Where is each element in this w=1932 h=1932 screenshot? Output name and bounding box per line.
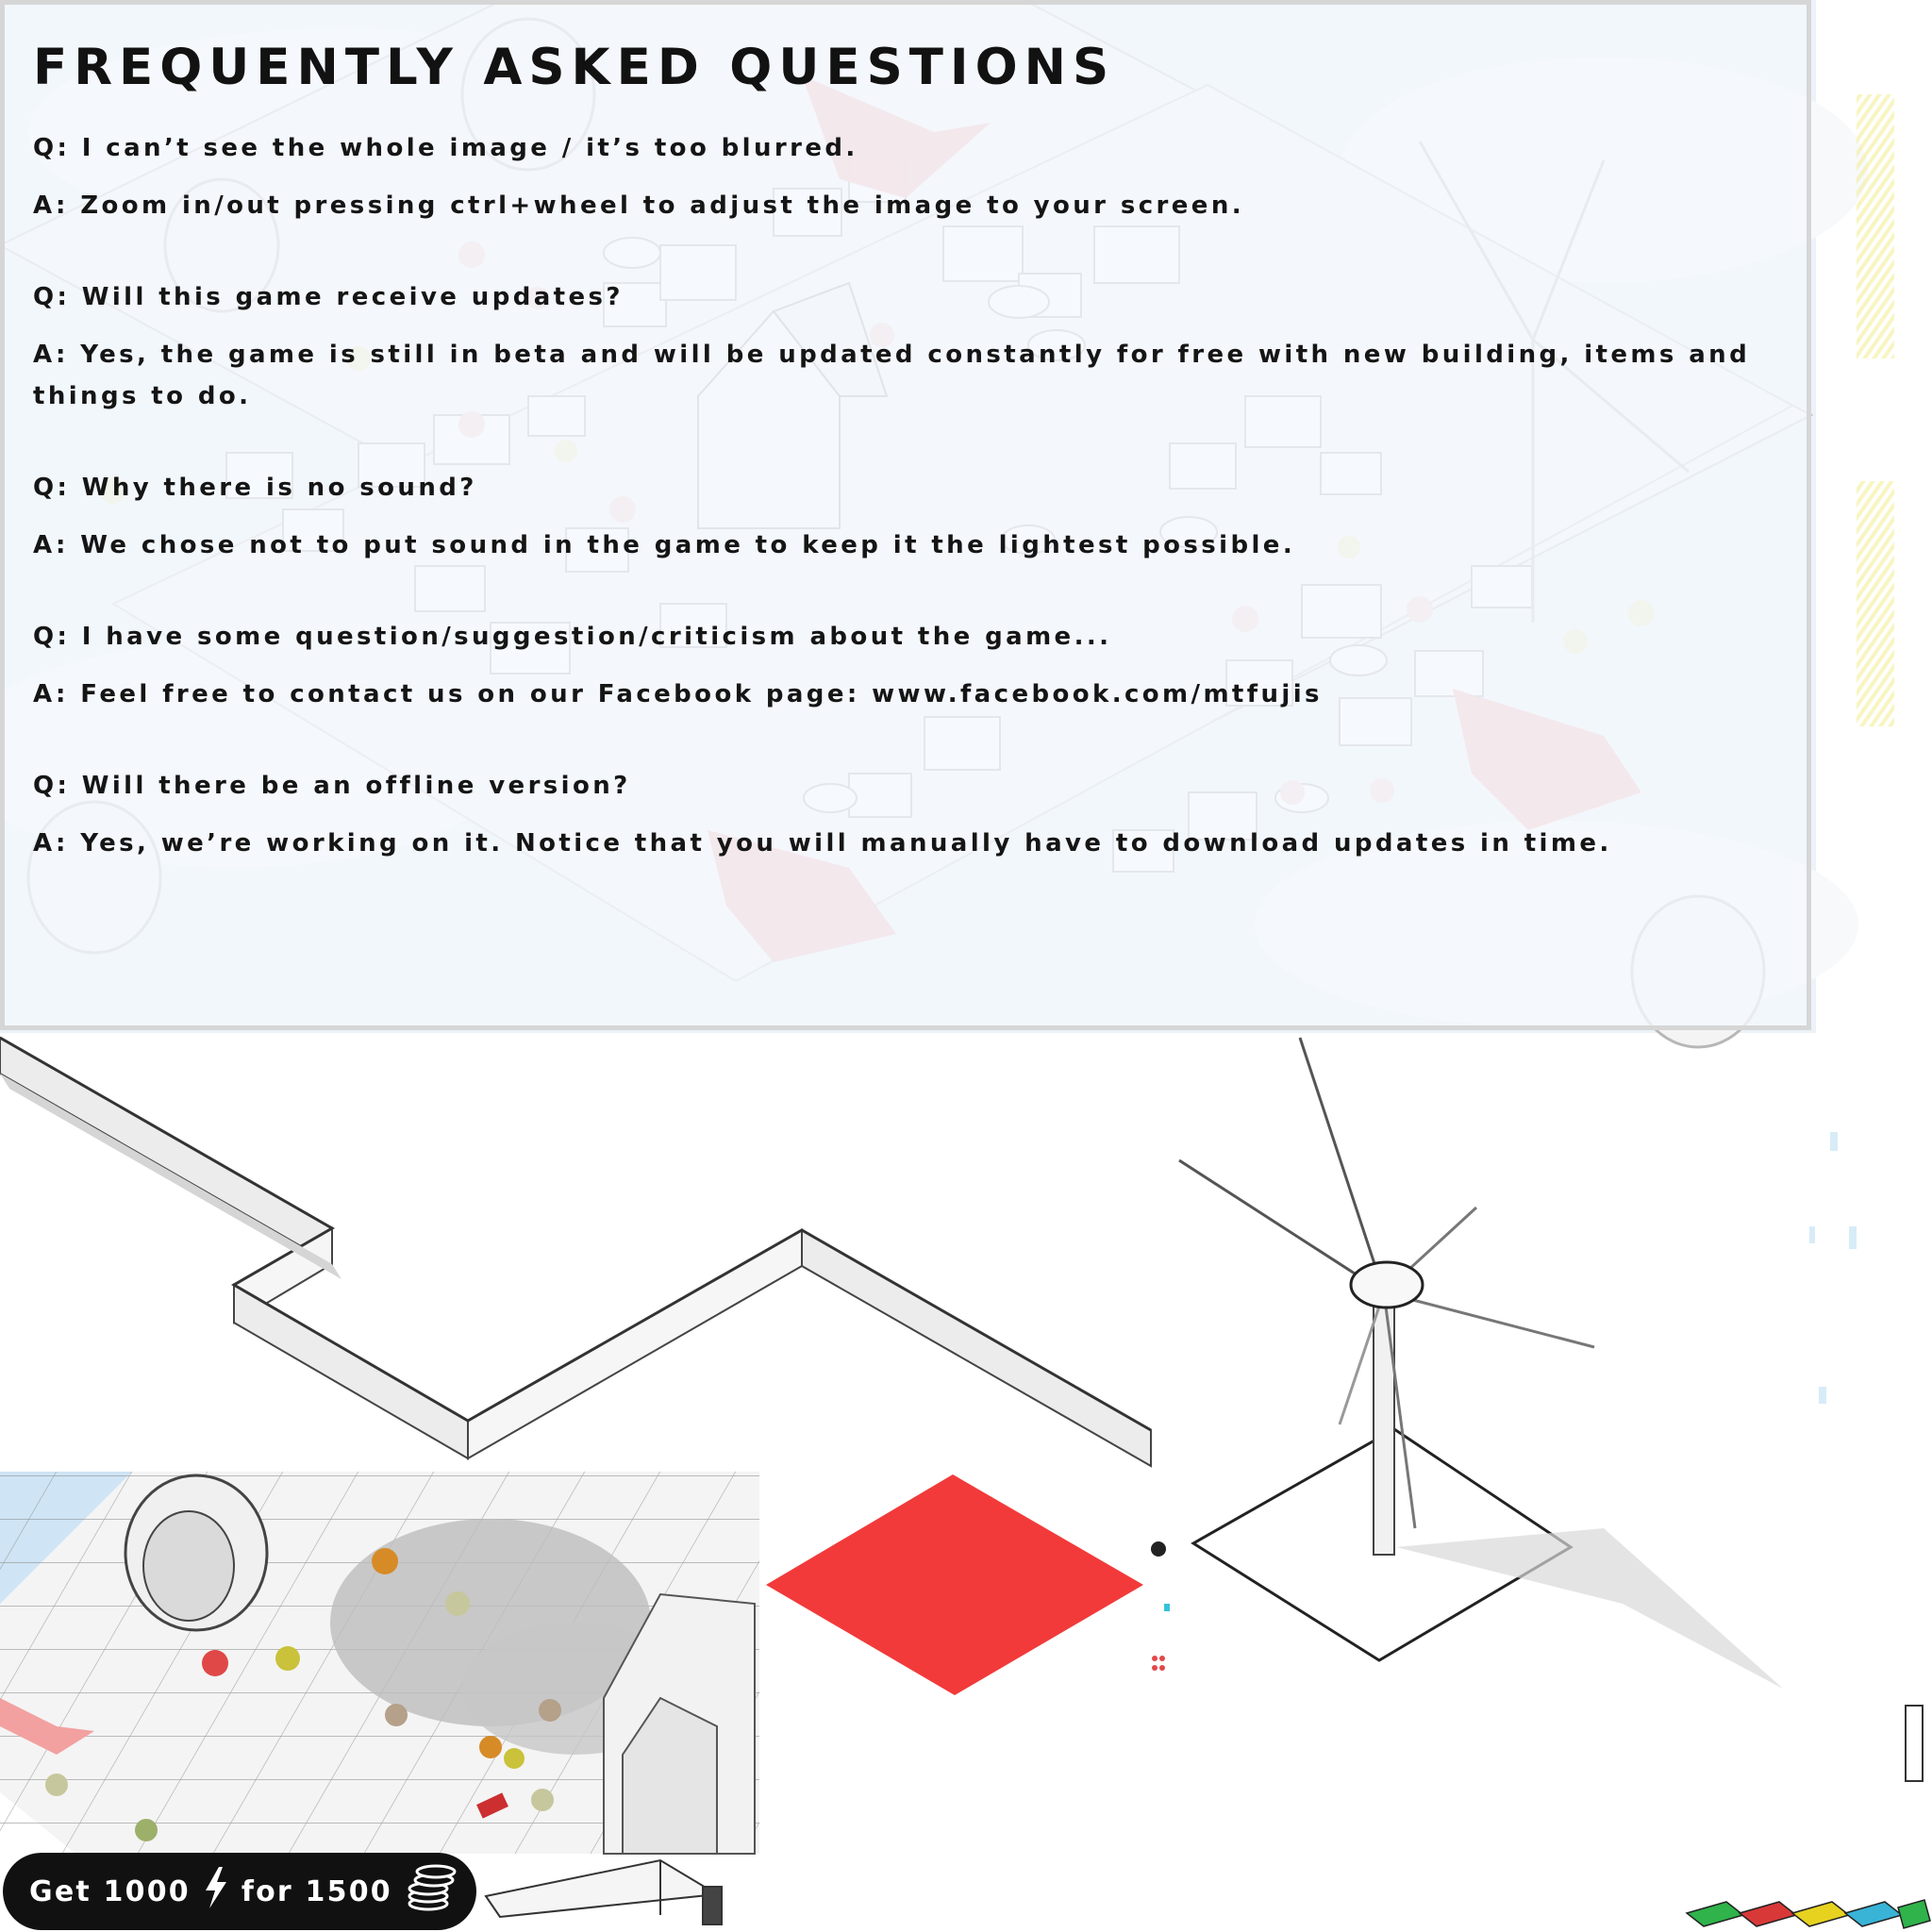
edge-hatch-decoration <box>1857 94 1894 726</box>
isometric-wall[interactable] <box>0 1036 1152 1468</box>
faq-item: Q: I can’t see the whole image / it’s to… <box>33 127 1788 226</box>
faq-question: Q: Will this game receive updates? <box>33 283 624 311</box>
city-minimap[interactable] <box>0 1472 759 1877</box>
lightning-bolt-icon <box>204 1867 228 1916</box>
faq-item: Q: I have some question/suggestion/criti… <box>33 616 1788 715</box>
faq-question: Q: I have some question/suggestion/criti… <box>33 623 1112 651</box>
faq-item: Q: Why there is no sound? A: We chose no… <box>33 467 1788 566</box>
faq-title: FREQUENTLY ASKED QUESTIONS <box>33 39 1116 96</box>
energy-offer-button[interactable]: Get 1000 for 1500 <box>3 1853 476 1930</box>
offer-price: for 1500 <box>241 1874 392 1908</box>
coin-stack-icon <box>406 1864 457 1919</box>
wind-turbine[interactable] <box>1178 1037 1783 1689</box>
faq-item: Q: Will this game receive updates? A: Ye… <box>33 276 1788 417</box>
crane-object <box>484 1858 723 1925</box>
car-row[interactable] <box>1685 1899 1931 1929</box>
faq-answer: A: Yes, we’re working on it. Notice that… <box>33 829 1612 858</box>
faq-answer: A: Yes, the game is still in beta and wi… <box>33 341 1751 410</box>
faq-item: Q: Will there be an offline version? A: … <box>33 765 1788 864</box>
faq-list: Q: I can’t see the whole image / it’s to… <box>33 127 1788 914</box>
selection-tile[interactable] <box>766 1474 1143 1695</box>
faq-question: Q: I can’t see the whole image / it’s to… <box>33 134 858 162</box>
edge-marks <box>1809 1132 1857 1404</box>
faq-answer[interactable]: A: Feel free to contact us on our Facebo… <box>33 674 1788 715</box>
faq-panel: FREQUENTLY ASKED QUESTIONS Q: I can’t se… <box>0 0 1811 1030</box>
faq-answer: A: Zoom in/out pressing ctrl+wheel to ad… <box>33 192 1245 220</box>
faq-answer: A: We chose not to put sound in the game… <box>33 531 1296 559</box>
offer-prefix: Get 1000 <box>29 1874 191 1908</box>
faq-question: Q: Why there is no sound? <box>33 474 477 502</box>
faq-question: Q: Will there be an offline version? <box>33 772 631 800</box>
